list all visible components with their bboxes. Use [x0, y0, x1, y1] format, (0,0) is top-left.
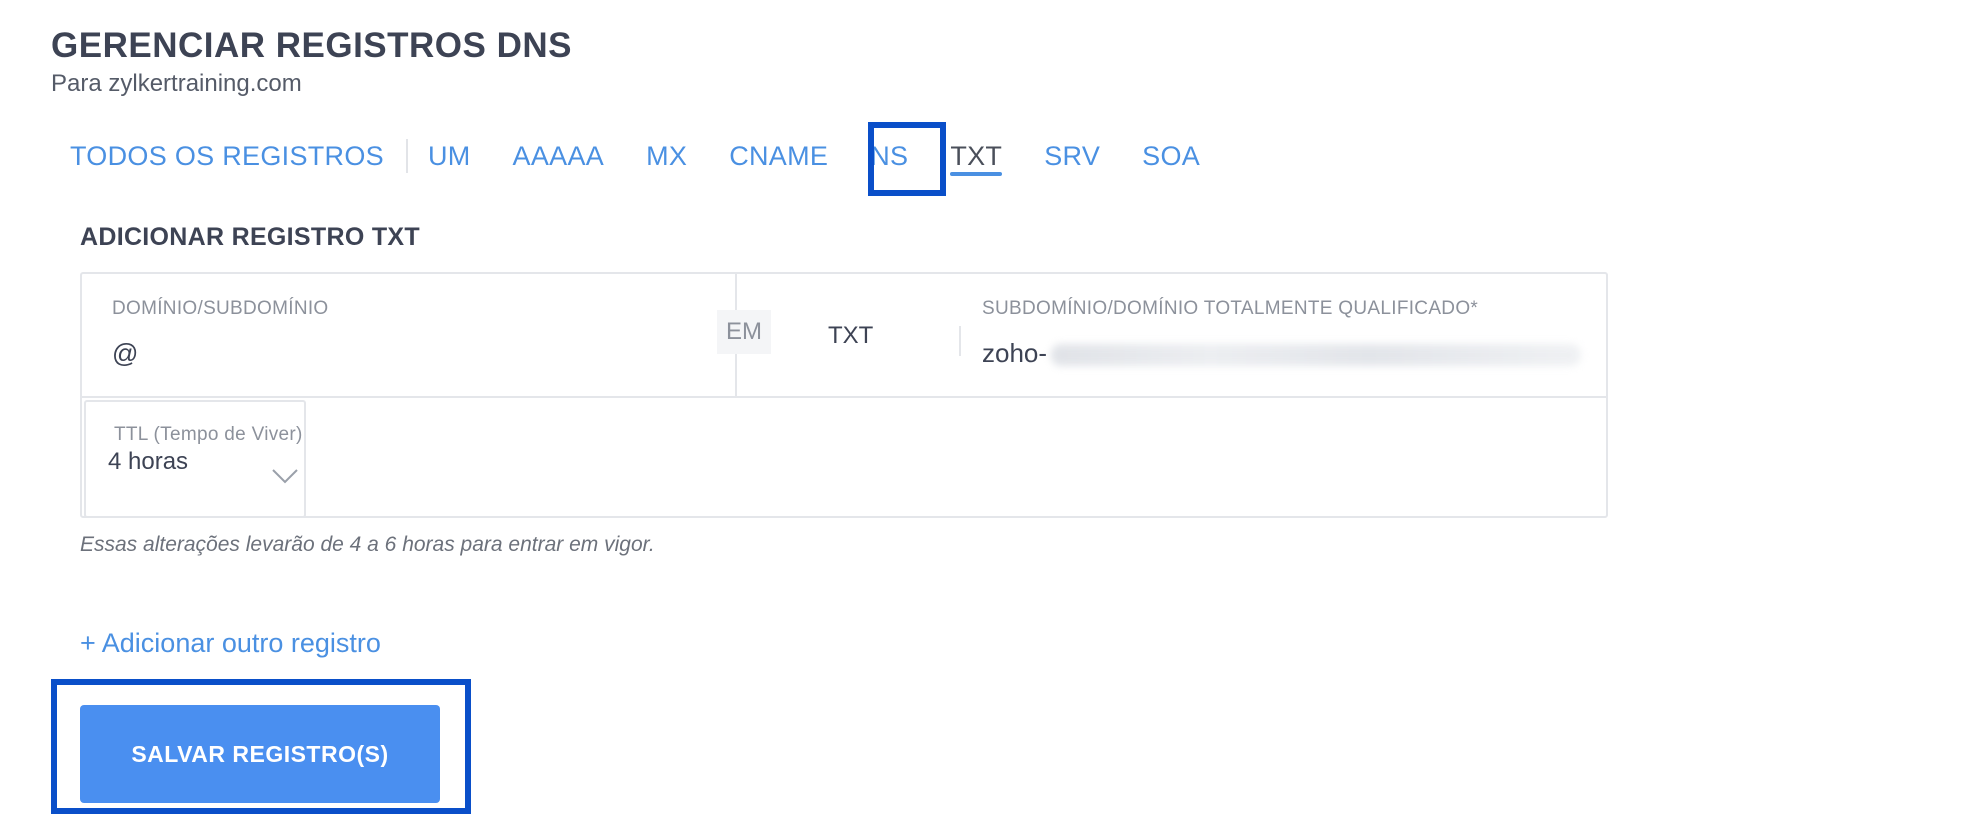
tab-cname[interactable]: CNAME [729, 130, 828, 182]
fqdn-value-text: zoho- [982, 338, 1048, 368]
chevron-down-icon [272, 469, 298, 484]
domain-field[interactable]: DOMÍNIO/SUBDOMÍNIO @ [82, 274, 737, 396]
redacted-value [1051, 344, 1582, 367]
tab-mx[interactable]: MX [646, 130, 687, 182]
tab-srv[interactable]: SRV [1044, 130, 1100, 182]
dns-manager-page: GERENCIAR REGISTROS DNS Para zylkertrain… [0, 0, 1976, 828]
type-divider [959, 326, 961, 356]
txt-record-form: DOMÍNIO/SUBDOMÍNIO @ EM TXT SUBDOMÍNIO/D… [80, 272, 1608, 518]
tab-txt[interactable]: TXT [950, 130, 1003, 182]
record-row: DOMÍNIO/SUBDOMÍNIO @ EM TXT SUBDOMÍNIO/D… [82, 274, 1606, 398]
txt-tab-highlight-box [868, 122, 946, 196]
save-records-button[interactable]: SALVAR REGISTRO(S) [80, 705, 440, 803]
fqdn-label: SUBDOMÍNIO/DOMÍNIO TOTALMENTE QUALIFICAD… [982, 298, 1479, 319]
ttl-value: 4 horas [108, 448, 189, 475]
propagation-note: Essas alterações levarão de 4 a 6 horas … [80, 533, 655, 556]
fqdn-value[interactable]: zoho- [982, 338, 1582, 369]
tab-a[interactable]: UM [428, 130, 471, 182]
ttl-select[interactable]: TTL (Tempo de Viver) 4 horas [84, 400, 306, 518]
add-another-record-link[interactable]: + Adicionar outro registro [80, 628, 381, 659]
tab-aaaa[interactable]: AAAAA [513, 130, 605, 182]
ttl-label: TTL (Tempo de Viver) [114, 424, 303, 445]
tab-all-records[interactable]: TODOS OS REGISTROS [70, 139, 408, 173]
section-title: ADICIONAR REGISTRO TXT [80, 223, 420, 251]
domain-value[interactable]: @ [112, 338, 138, 369]
page-subtitle: Para zylkertraining.com [51, 70, 302, 97]
record-type-tabs: TODOS OS REGISTROS UM AAAAA MX CNAME NS … [70, 130, 1242, 182]
em-label: EM [717, 310, 771, 354]
page-title: GERENCIAR REGISTROS DNS [51, 26, 572, 65]
record-type-value: TXT [828, 322, 874, 349]
domain-label: DOMÍNIO/SUBDOMÍNIO [112, 298, 329, 319]
tab-soa[interactable]: SOA [1142, 130, 1200, 182]
